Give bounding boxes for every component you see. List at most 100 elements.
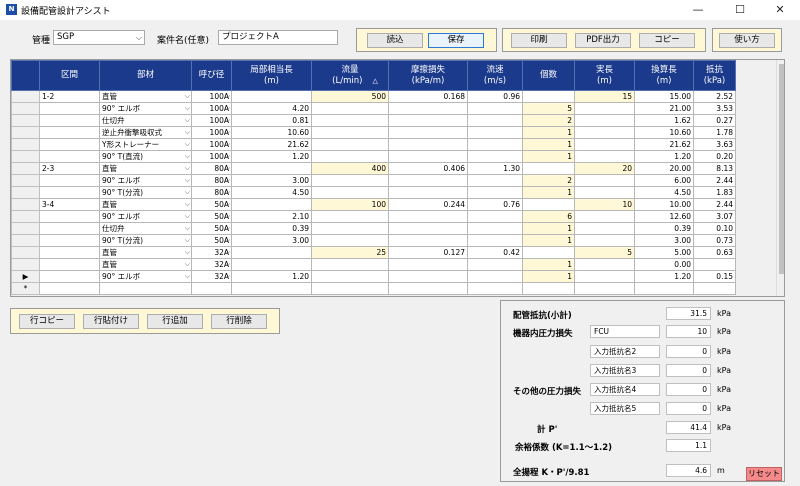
cell-ryuryo[interactable]: 400 xyxy=(311,162,389,175)
row-paste-button[interactable]: 行貼付け xyxy=(83,314,139,329)
row-header[interactable] xyxy=(11,210,40,223)
cell-yobikei[interactable]: 100A ⌵ xyxy=(191,114,232,127)
row-add-button[interactable]: 行追加 xyxy=(147,314,203,329)
table-row[interactable]: 3-4 直管 ⌵ 50A ⌵ 100 0.244 0.76 10 10.00 2.44 xyxy=(11,198,736,211)
table-row[interactable]: 仕切弁 ⌵ 50A ⌵ 0.39 1 0.39 0.10 xyxy=(11,222,736,235)
row-header[interactable] xyxy=(11,114,40,127)
row-header[interactable] xyxy=(11,246,40,259)
cell-buzai[interactable]: 直管 ⌵ xyxy=(99,258,192,271)
cell-yobikei[interactable]: 100A ⌵ xyxy=(191,90,232,103)
pipe-grid[interactable]: 区間 部材 呼び径 局部相当長 (m) 流量 (L/min) △ 摩擦損失 (kPa/m… xyxy=(10,59,785,297)
row-header[interactable] xyxy=(11,174,40,187)
cell-kukan[interactable] xyxy=(39,234,100,247)
cell-yobikei[interactable]: 100A ⌵ xyxy=(191,138,232,151)
row-header[interactable] xyxy=(11,258,40,271)
input3-name[interactable]: 入力抵抗名3 xyxy=(590,364,660,377)
table-row[interactable]: 90° T(分流) ⌵ 50A ⌵ 3.00 1 3.00 0.73 xyxy=(11,234,736,247)
cell-kyokubu[interactable] xyxy=(231,90,312,103)
cell-ryuryo[interactable]: 100 xyxy=(311,198,389,211)
cell-buzai[interactable]: 仕切弁 ⌵ xyxy=(99,222,192,235)
cell-kosu[interactable] xyxy=(522,198,575,211)
cell-kukan[interactable] xyxy=(39,258,100,271)
cell-yobikei[interactable]: 50A ⌵ xyxy=(191,234,232,247)
row-header[interactable] xyxy=(11,162,40,175)
input4-name[interactable]: 入力抵抗名4 xyxy=(590,383,660,396)
row-header[interactable] xyxy=(11,138,40,151)
table-row[interactable]: 1-2 直管 ⌵ 100A ⌵ 500 0.168 0.96 15 15.00 2.52 xyxy=(11,90,736,103)
cell-ryuryo[interactable] xyxy=(311,102,389,115)
cell-jicho[interactable] xyxy=(574,102,635,115)
cell-kukan[interactable] xyxy=(39,138,100,151)
cell-kosu[interactable]: 1 xyxy=(522,138,575,151)
cell-buzai[interactable]: 90° T(分流) ⌵ xyxy=(99,186,192,199)
col-masatsu[interactable]: 摩擦損失 (kPa/m) xyxy=(388,60,468,91)
cell-kukan[interactable]: 3-4 xyxy=(39,198,100,211)
minimize-button[interactable]: — xyxy=(678,0,718,20)
input4-value[interactable]: 0 xyxy=(666,383,711,396)
cell-buzai[interactable]: 90° エルボ ⌵ xyxy=(99,270,192,283)
close-button[interactable]: ✕ xyxy=(760,0,800,20)
cell-kyokubu[interactable]: 1.20 xyxy=(231,270,312,283)
save-button[interactable]: 保存 xyxy=(428,33,484,48)
cell-jicho[interactable] xyxy=(574,186,635,199)
col-teiko[interactable]: 抵抗 (kPa) xyxy=(693,60,736,91)
row-header[interactable] xyxy=(11,186,40,199)
cell-ryuryo[interactable] xyxy=(311,222,389,235)
cell-jicho[interactable] xyxy=(574,282,635,295)
cell-jicho[interactable]: 10 xyxy=(574,198,635,211)
cell-kosu[interactable]: 1 xyxy=(522,270,575,283)
input2-name[interactable]: 入力抵抗名2 xyxy=(590,345,660,358)
cell-kyokubu[interactable] xyxy=(231,246,312,259)
cell-jicho[interactable] xyxy=(574,210,635,223)
cell-kyokubu[interactable] xyxy=(231,162,312,175)
col-jicho[interactable]: 実長 (m) xyxy=(574,60,635,91)
row-header[interactable]: ▶ xyxy=(11,270,40,283)
row-delete-button[interactable]: 行削除 xyxy=(211,314,267,329)
cell-kyokubu[interactable]: 0.39 xyxy=(231,222,312,235)
cell-kosu[interactable] xyxy=(522,162,575,175)
reset-button[interactable]: リセット xyxy=(746,467,782,481)
cell-yobikei[interactable]: 80A ⌵ xyxy=(191,186,232,199)
help-button[interactable]: 使い方 xyxy=(719,33,775,48)
row-header[interactable] xyxy=(11,150,40,163)
cell-ryuryo[interactable] xyxy=(311,282,389,295)
print-button[interactable]: 印刷 xyxy=(511,33,567,48)
cell-kukan[interactable] xyxy=(39,246,100,259)
row-header[interactable] xyxy=(11,222,40,235)
cell-jicho[interactable] xyxy=(574,138,635,151)
cell-buzai[interactable]: 直管 ⌵ xyxy=(99,162,192,175)
col-buzai[interactable]: 部材 xyxy=(99,60,192,91)
cell-yobikei[interactable]: 80A ⌵ xyxy=(191,174,232,187)
cell-kosu[interactable]: 2 xyxy=(522,174,575,187)
cell-yobikei[interactable]: 100A ⌵ xyxy=(191,126,232,139)
cell-buzai[interactable]: 90° エルボ ⌵ xyxy=(99,174,192,187)
row-header[interactable] xyxy=(11,90,40,103)
cell-kosu[interactable]: 2 xyxy=(522,114,575,127)
cell-buzai[interactable]: 直管 ⌵ xyxy=(99,90,192,103)
cell-ryuryo[interactable] xyxy=(311,270,389,283)
col-kansan[interactable]: 換算長 (m) xyxy=(634,60,694,91)
cell-kukan[interactable] xyxy=(39,174,100,187)
row-header[interactable] xyxy=(11,102,40,115)
cell-kyokubu[interactable] xyxy=(231,282,312,295)
cell-kyokubu[interactable] xyxy=(231,258,312,271)
table-row[interactable]: 直管 ⌵ 32A ⌵ 1 0.00 xyxy=(11,258,736,271)
cell-kukan[interactable] xyxy=(39,114,100,127)
table-row[interactable]: 仕切弁 ⌵ 100A ⌵ 0.81 2 1.62 0.27 xyxy=(11,114,736,127)
cell-jicho[interactable] xyxy=(574,258,635,271)
table-row[interactable]: * xyxy=(11,282,736,295)
cell-kosu[interactable] xyxy=(522,90,575,103)
cell-kukan[interactable] xyxy=(39,282,100,295)
cell-yobikei[interactable]: 50A ⌵ xyxy=(191,210,232,223)
cell-kyokubu[interactable]: 2.10 xyxy=(231,210,312,223)
cell-kukan[interactable]: 1-2 xyxy=(39,90,100,103)
cell-kosu[interactable]: 1 xyxy=(522,126,575,139)
cell-jicho[interactable] xyxy=(574,114,635,127)
cell-yobikei[interactable]: 32A ⌵ xyxy=(191,258,232,271)
cell-jicho[interactable] xyxy=(574,270,635,283)
margin-input[interactable]: 1.1 xyxy=(666,439,711,452)
cell-ryuryo[interactable]: 500 xyxy=(311,90,389,103)
cell-kosu[interactable]: 1 xyxy=(522,222,575,235)
cell-buzai[interactable] xyxy=(99,282,192,295)
cell-buzai[interactable]: 90° エルボ ⌵ xyxy=(99,210,192,223)
